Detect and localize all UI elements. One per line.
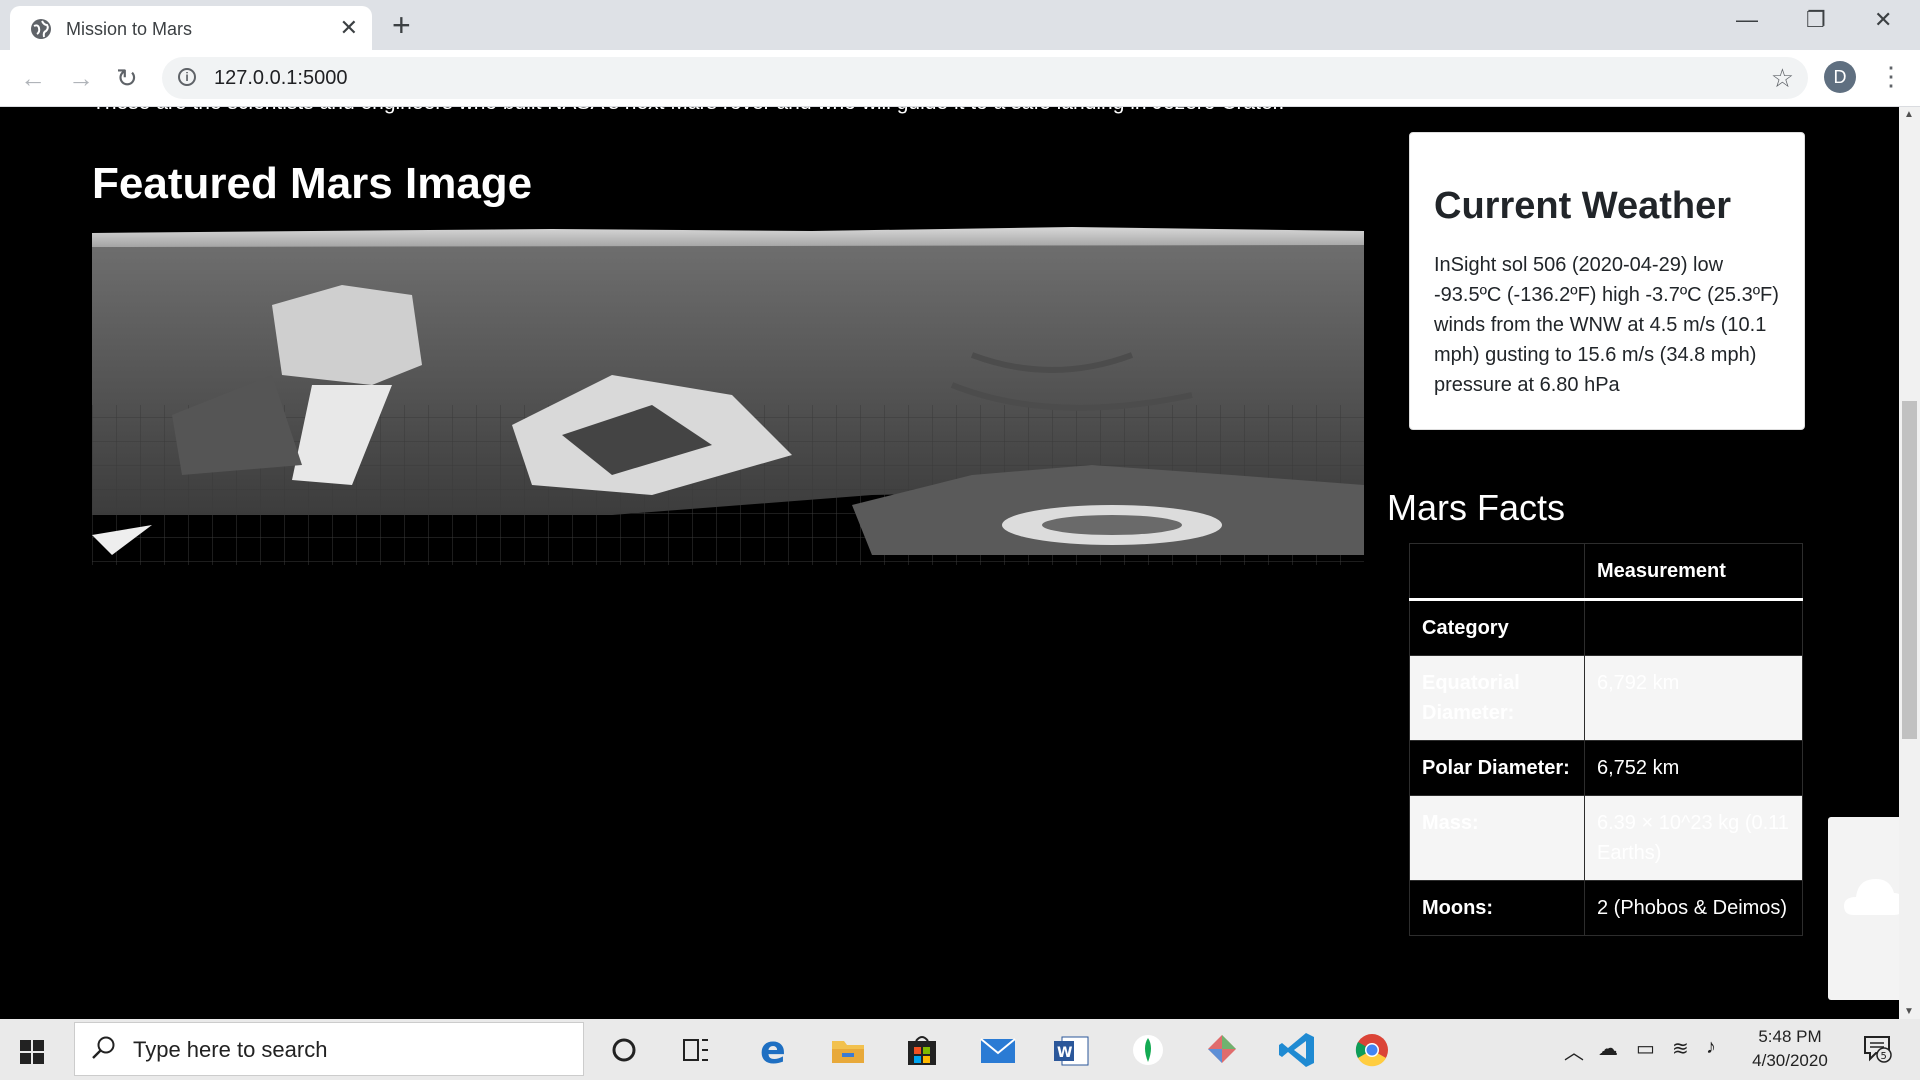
close-window-button[interactable]: ✕ xyxy=(1874,6,1892,34)
row-value: 6.39 × 10^23 kg (0.11 Earths) xyxy=(1584,795,1803,881)
row-category: Polar Diameter: xyxy=(1409,740,1585,796)
word-icon[interactable]: W xyxy=(1048,1027,1096,1073)
svg-text:W: W xyxy=(1057,1045,1072,1061)
table-header-row: Measurement xyxy=(1409,543,1803,601)
action-center-icon[interactable]: 5 xyxy=(1862,1033,1892,1063)
cortana-icon[interactable] xyxy=(600,1027,648,1073)
mail-icon[interactable] xyxy=(974,1027,1022,1073)
featured-mars-image[interactable] xyxy=(92,225,1364,565)
onedrive-popup[interactable] xyxy=(1828,817,1899,1000)
table-row: Polar Diameter: 6,752 km xyxy=(1409,740,1803,796)
row-category: Mass: xyxy=(1409,795,1585,881)
onedrive-tray-icon[interactable]: ☁ xyxy=(1598,1036,1618,1061)
back-arrow-icon[interactable]: ← xyxy=(20,63,46,93)
taskbar-search[interactable]: Type here to search xyxy=(74,1022,584,1076)
page-viewport: These are the scientists and engineers w… xyxy=(0,107,1899,1019)
scroll-down-icon[interactable]: ▼ xyxy=(1904,1006,1914,1017)
menu-kebab-icon[interactable]: ⋮ xyxy=(1878,62,1904,90)
browser-tabstrip: Mission to Mars ✕ + — ❐ ✕ xyxy=(0,0,1920,50)
table-header-cell xyxy=(1409,543,1585,601)
row-value: 6,752 km xyxy=(1584,740,1803,796)
browser-toolbar: ← → ↻ i 127.0.0.1:5000 ☆ D ⋮ xyxy=(0,50,1920,107)
cloud-icon xyxy=(1844,879,1899,915)
table-index-row: Category xyxy=(1409,599,1803,656)
vscode-icon[interactable] xyxy=(1274,1027,1322,1073)
table-row: Equatorial Diameter: 6,792 km xyxy=(1409,655,1803,741)
table-cell xyxy=(1584,599,1803,656)
scroll-up-icon[interactable]: ▲ xyxy=(1904,109,1914,120)
restore-button[interactable]: ❐ xyxy=(1806,6,1826,34)
row-category: Moons: xyxy=(1409,880,1585,936)
address-bar[interactable]: i 127.0.0.1:5000 ☆ xyxy=(162,57,1808,99)
scrollbar-thumb[interactable] xyxy=(1902,401,1917,739)
bookmark-star-icon[interactable]: ☆ xyxy=(1771,63,1794,94)
site-info-icon[interactable]: i xyxy=(178,68,196,86)
minimize-button[interactable]: — xyxy=(1736,6,1758,34)
browser-tab[interactable]: Mission to Mars ✕ xyxy=(10,6,372,50)
weather-card: Current Weather InSight sol 506 (2020-04… xyxy=(1409,132,1805,430)
table-header-cell: Measurement xyxy=(1584,543,1803,601)
forward-arrow-icon[interactable]: → xyxy=(68,63,94,93)
table-row: Mass: 6.39 × 10^23 kg (0.11 Earths) xyxy=(1409,795,1803,881)
weather-text: InSight sol 506 (2020-04-29) low -93.5ºC… xyxy=(1434,254,1779,396)
mars-panorama xyxy=(92,225,1364,565)
volume-icon[interactable]: ♪ xyxy=(1706,1036,1716,1059)
edge-icon[interactable]: e xyxy=(750,1027,798,1073)
row-value: 2 (Phobos & Deimos) xyxy=(1584,880,1803,936)
wifi-icon[interactable]: ≋ xyxy=(1672,1036,1689,1061)
row-value: 6,792 km xyxy=(1584,655,1803,741)
featured-image-title: Featured Mars Image xyxy=(92,159,533,208)
profile-avatar[interactable]: D xyxy=(1824,61,1856,93)
store-icon[interactable] xyxy=(898,1027,946,1073)
tab-close-icon[interactable]: ✕ xyxy=(340,15,358,41)
chrome-icon[interactable] xyxy=(1348,1027,1396,1073)
reload-icon[interactable]: ↻ xyxy=(116,63,138,93)
battery-icon[interactable]: ▭ xyxy=(1636,1036,1655,1061)
windows-start-icon[interactable] xyxy=(20,1040,44,1064)
index-label: Category xyxy=(1409,599,1585,656)
mars-facts-table: Measurement Category Equatorial Diameter… xyxy=(1409,543,1803,936)
app-icon[interactable] xyxy=(1198,1027,1246,1073)
mongodb-icon[interactable] xyxy=(1124,1027,1172,1073)
file-explorer-icon[interactable] xyxy=(824,1027,872,1073)
globe-icon xyxy=(31,19,51,39)
facts-title: Mars Facts xyxy=(1387,487,1566,528)
clock-time: 5:48 PM xyxy=(1758,1027,1822,1046)
tab-title: Mission to Mars xyxy=(66,19,193,39)
task-view-icon[interactable] xyxy=(672,1027,720,1073)
table-row: Moons: 2 (Phobos & Deimos) xyxy=(1409,880,1803,936)
search-icon xyxy=(92,1036,115,1059)
page-scrollbar[interactable]: ▲ ▼ xyxy=(1899,107,1920,1019)
url-text[interactable]: 127.0.0.1:5000 xyxy=(214,67,347,90)
svg-text:e: e xyxy=(760,1028,786,1072)
new-tab-button[interactable]: + xyxy=(392,8,411,42)
search-placeholder: Type here to search xyxy=(133,1037,328,1062)
taskbar-clock[interactable]: 5:48 PM 4/30/2020 xyxy=(1742,1025,1838,1073)
row-category: Equatorial Diameter: xyxy=(1409,655,1585,741)
intro-paragraph: These are the scientists and engineers w… xyxy=(92,107,1284,115)
windows-taskbar: Type here to search e W ︿ ☁ ▭ ≋ ♪ 5:48 P… xyxy=(0,1019,1920,1080)
weather-title: Current Weather xyxy=(1434,185,1732,227)
tray-chevron-icon[interactable]: ︿ xyxy=(1564,1036,1584,1065)
clock-date: 4/30/2020 xyxy=(1752,1051,1828,1070)
notification-count: 5 xyxy=(1881,1051,1887,1062)
